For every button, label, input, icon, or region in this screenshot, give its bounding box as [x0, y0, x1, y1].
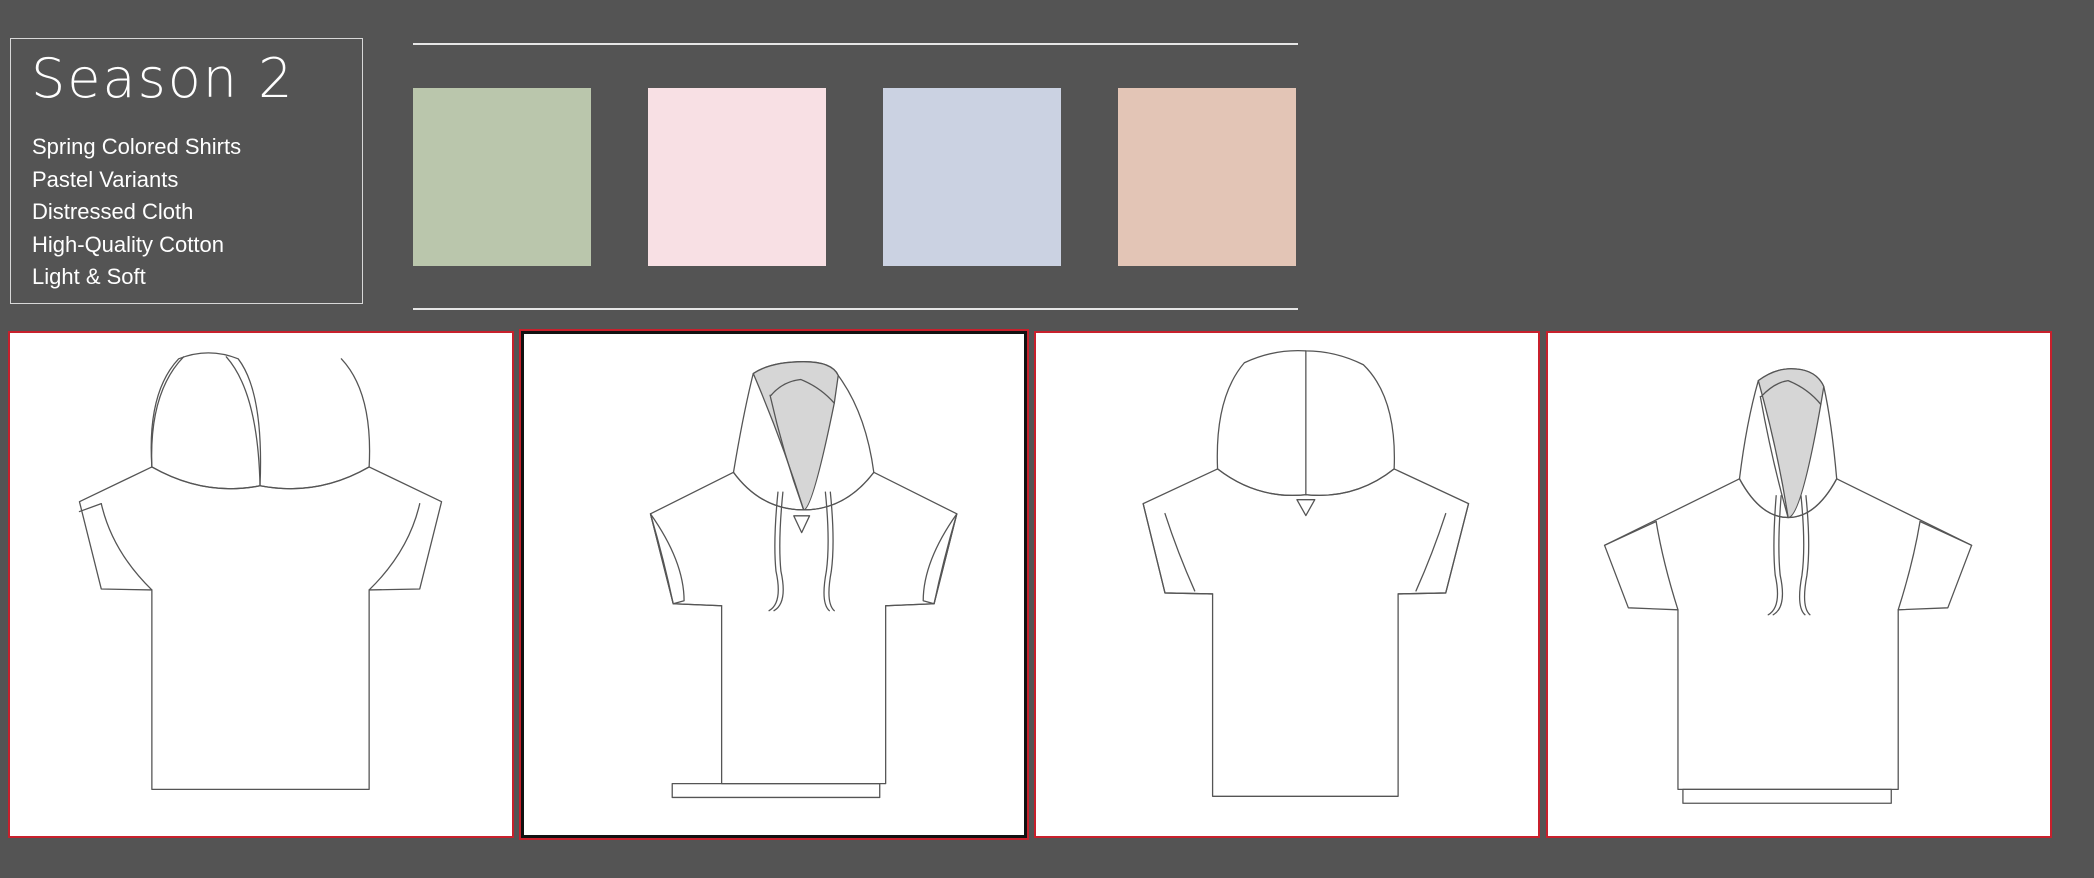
swatch-powder-blue[interactable] — [883, 88, 1061, 266]
plain-hoodie-tee-icon — [78, 352, 443, 791]
lined-hoodie-tee-icon — [649, 361, 958, 799]
swatch-sage-green[interactable] — [413, 88, 591, 266]
feature-item: Distressed Cloth — [32, 199, 194, 224]
design-panel-2[interactable] — [521, 331, 1027, 838]
collection-title: Season 2 — [31, 47, 295, 110]
swatch-blush-pink[interactable] — [648, 88, 826, 266]
palette-top-divider — [413, 43, 1298, 45]
feature-item: Light & Soft — [32, 264, 146, 289]
feature-item: Spring Colored Shirts — [32, 134, 242, 159]
feature-item: High-Quality Cotton — [32, 231, 224, 257]
collection-info-box: Season 2 Spring Colored Shirts Pastel Va… — [10, 38, 363, 304]
design-panel-3[interactable] — [1034, 331, 1540, 838]
feature-item: Pastel Variants — [32, 166, 179, 192]
feature-list: Spring Colored Shirts Pastel Variants Di… — [32, 131, 241, 294]
palette-bottom-divider — [413, 308, 1298, 310]
plain-hoodie-tee-tag-icon — [1142, 349, 1470, 797]
design-panel-4[interactable] — [1546, 331, 2052, 838]
lined-hoodie-tee-icon — [1603, 368, 1973, 804]
design-panel-1[interactable] — [8, 331, 514, 838]
swatch-peach-nude[interactable] — [1118, 88, 1296, 266]
